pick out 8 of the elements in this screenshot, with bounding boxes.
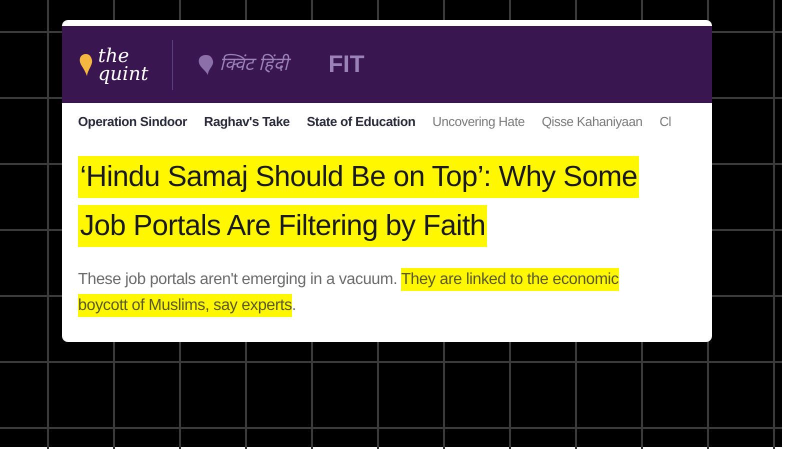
nav-link[interactable]: Uncovering Hate <box>432 112 525 132</box>
nav-link[interactable]: State of Education <box>306 112 416 132</box>
site-logo[interactable]: the quint <box>98 46 148 82</box>
nav-link[interactable]: Cl <box>659 112 672 132</box>
nav-link[interactable]: Qisse Kahaniyaan <box>542 112 642 132</box>
nav-link[interactable]: Operation Sindoor <box>78 112 188 132</box>
nav-link[interactable]: Raghav's Take <box>204 112 290 132</box>
fit-logo[interactable]: FIT <box>328 46 364 82</box>
